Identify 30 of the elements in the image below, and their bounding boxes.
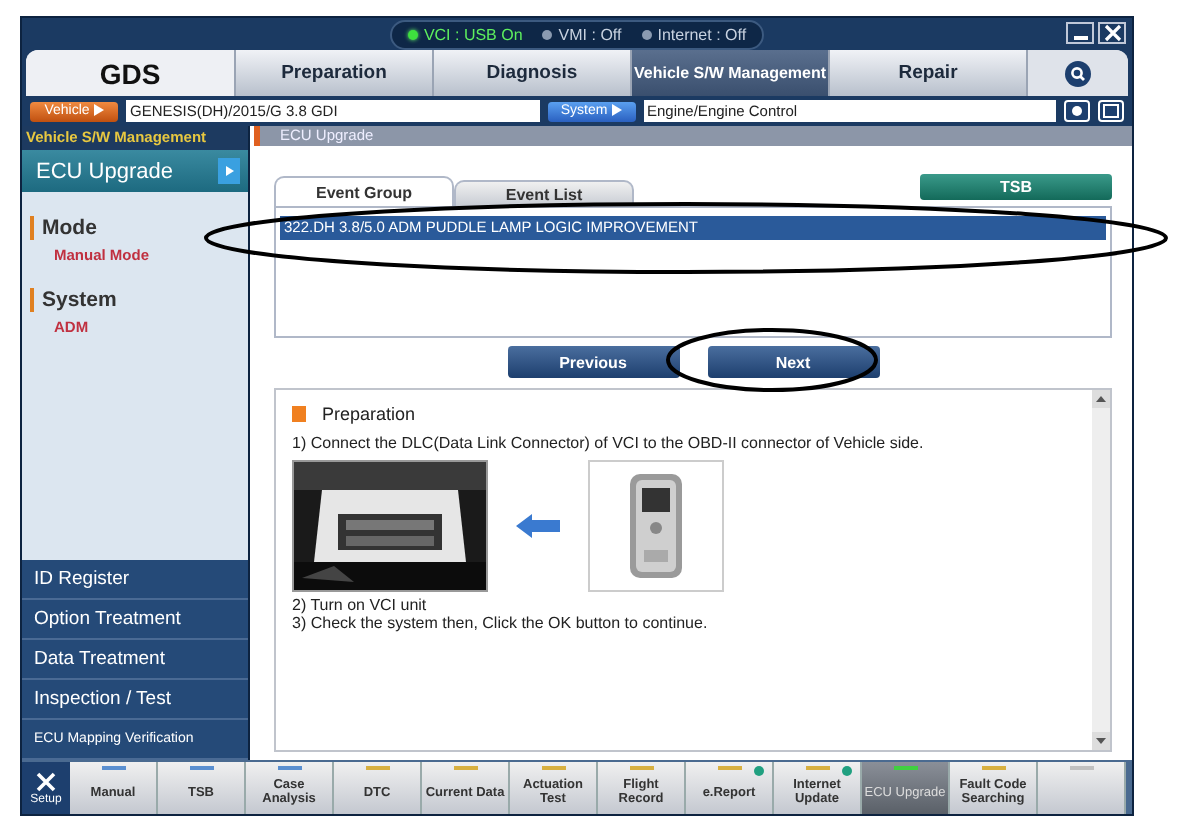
instruction-step: 3) Check the system then, Click the OK button to continue.: [292, 614, 1080, 632]
search-button[interactable]: [1026, 50, 1128, 96]
tab[interactable]: Event Group: [274, 176, 454, 206]
search-icon: [1064, 59, 1092, 87]
logo: GDS: [26, 50, 234, 96]
nav-tab[interactable]: Repair: [828, 50, 1026, 96]
nav-tab[interactable]: Vehicle S/W Management: [630, 50, 828, 96]
current-menu-item[interactable]: ECU Upgrade: [22, 150, 248, 192]
status-label: Internet : Off: [657, 25, 747, 43]
status-label: VCI : USB On: [423, 25, 523, 43]
arrow-icon: [516, 514, 560, 538]
scroll-up-icon[interactable]: [1092, 390, 1110, 408]
tab[interactable]: Event List: [454, 180, 634, 206]
tsb-button[interactable]: TSB: [920, 174, 1112, 200]
next-button[interactable]: Next: [707, 346, 879, 378]
status-label: VMI : Off: [558, 25, 622, 43]
nav-tab[interactable]: Preparation: [234, 50, 432, 96]
scrollbar[interactable]: [1092, 390, 1110, 750]
previous-button[interactable]: Previous: [507, 346, 679, 378]
camera-icon[interactable]: [1064, 100, 1090, 122]
close-button[interactable]: [1098, 22, 1126, 44]
close-icon: [1103, 24, 1121, 42]
play-icon: [93, 104, 104, 117]
scroll-down-icon[interactable]: [1092, 732, 1110, 750]
play-icon: [611, 104, 622, 117]
nav-tab[interactable]: Diagnosis: [432, 50, 630, 96]
minimize-button[interactable]: [1066, 22, 1094, 44]
instruction-step: 1) Connect the DLC(Data Link Connector) of VCI to the OBD-II connector of Vehicle side.: [292, 434, 1080, 452]
play-icon: [218, 158, 240, 184]
instruction-step: 2) Turn on VCI unit: [292, 596, 1080, 614]
